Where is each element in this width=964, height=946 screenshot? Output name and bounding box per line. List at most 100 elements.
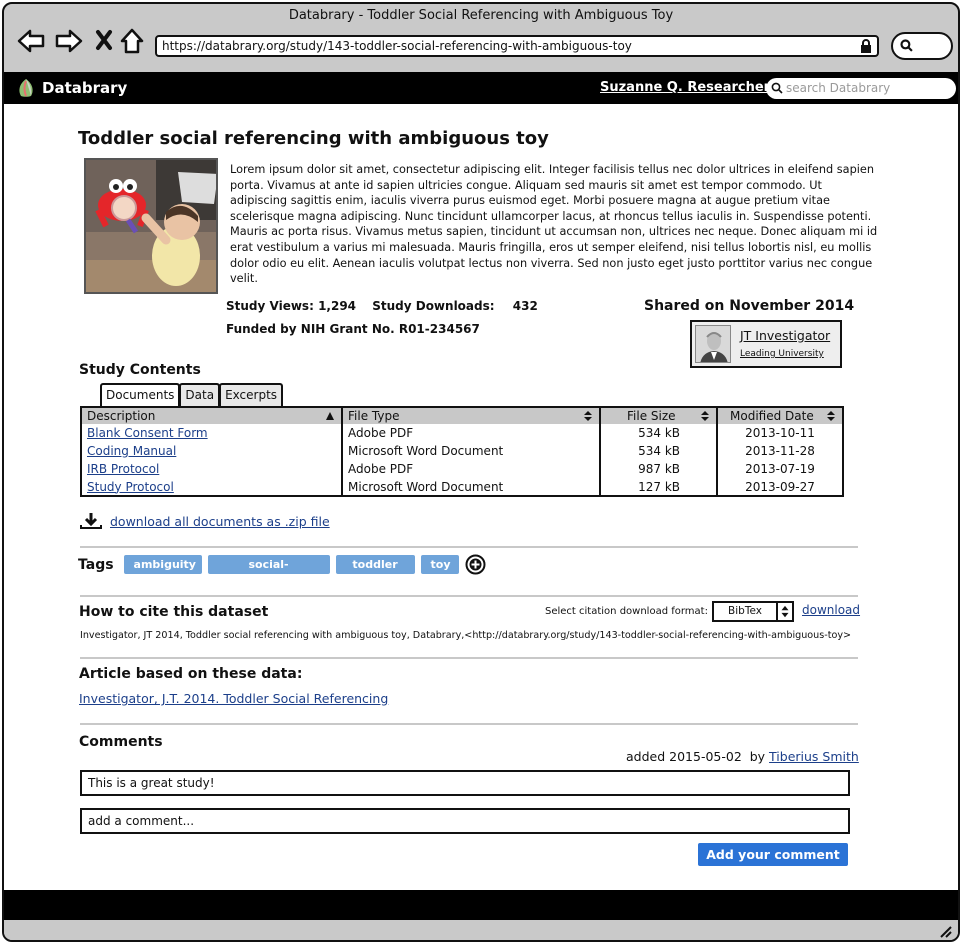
- comment-meta: added 2015-05-02 by Tiberius Smith: [626, 749, 859, 764]
- column-file-type[interactable]: File Type: [342, 407, 601, 424]
- browser-search-field[interactable]: [891, 32, 953, 60]
- column-file-size[interactable]: File Size: [600, 407, 718, 424]
- file-size: 534 kB: [600, 442, 718, 460]
- table-row: Coding Manual Microsoft Word Document 53…: [81, 442, 843, 460]
- tags-label: Tags: [78, 556, 114, 573]
- funding-info: Funded by NIH Grant No. R01-234567: [226, 322, 480, 336]
- url-text: https://databrary.org/study/143-toddler-…: [162, 39, 632, 53]
- file-type: Microsoft Word Document: [342, 442, 601, 460]
- document-link[interactable]: Blank Consent Form: [87, 426, 208, 440]
- article-link[interactable]: Investigator, J.T. 2014. Toddler Social …: [79, 691, 388, 706]
- tab-data[interactable]: Data: [179, 383, 221, 406]
- citation-download-link[interactable]: download: [802, 603, 860, 617]
- contents-tabs: Documents Data Excerpts: [100, 383, 284, 408]
- lock-icon: [861, 39, 871, 53]
- investigator-university[interactable]: Leading University: [740, 349, 824, 359]
- brand-name: Databrary: [42, 79, 128, 97]
- download-all-row[interactable]: download all documents as .zip file: [80, 512, 330, 530]
- add-tag-icon[interactable]: [465, 554, 486, 575]
- document-link[interactable]: IRB Protocol: [87, 462, 159, 476]
- forward-icon[interactable]: [54, 26, 84, 56]
- brand-logo[interactable]: Databrary: [16, 77, 127, 99]
- search-icon: [900, 39, 913, 52]
- home-icon[interactable]: [118, 26, 148, 56]
- views-label: Study Views:: [226, 299, 314, 313]
- citation-text: Investigator, JT 2014, Toddler social re…: [80, 630, 852, 641]
- divider: [80, 546, 858, 548]
- sort-toggle-icon[interactable]: [826, 411, 836, 421]
- app-footer: [4, 890, 958, 920]
- address-bar[interactable]: https://databrary.org/study/143-toddler-…: [155, 35, 879, 57]
- sort-toggle-icon[interactable]: [583, 411, 593, 421]
- citation-title: How to cite this dataset: [79, 604, 269, 620]
- user-profile-link[interactable]: Suzanne Q. Researcher: [600, 80, 770, 95]
- modified-date: 2013-11-28: [745, 444, 815, 458]
- tag-ambiguity[interactable]: ambiguity: [123, 555, 202, 574]
- download-icon: [80, 513, 102, 529]
- tag-toddler[interactable]: toddler: [335, 555, 415, 574]
- comment-author-link[interactable]: Tiberius Smith: [769, 749, 859, 764]
- back-icon[interactable]: [16, 26, 46, 56]
- browser-window: Databrary - Toddler Social Referencing w…: [2, 2, 960, 942]
- modified-date: 2013-09-27: [745, 479, 815, 494]
- documents-table: Description File Type File Size Modified…: [80, 406, 844, 497]
- modified-date: 2013-07-19: [745, 462, 815, 476]
- document-link[interactable]: Coding Manual: [87, 444, 176, 458]
- citation-format-value: BibTex: [728, 605, 762, 617]
- file-size: 534 kB: [600, 424, 718, 442]
- citation-format-label: Select citation download format:: [545, 606, 708, 617]
- divider: [80, 657, 858, 659]
- site-search-input[interactable]: search Databrary: [766, 78, 956, 99]
- comments-title: Comments: [79, 734, 163, 750]
- app-header: Databrary Suzanne Q. Researcher search D…: [4, 72, 958, 104]
- column-description[interactable]: Description: [81, 407, 343, 424]
- table-row: Study Protocol Microsoft Word Document 1…: [81, 478, 843, 496]
- comment-input[interactable]: add a comment...: [80, 808, 850, 834]
- investigator-card[interactable]: JT Investigator Leading University: [690, 320, 842, 368]
- article-title: Article based on these data:: [79, 666, 303, 682]
- investigator-avatar: [695, 325, 731, 363]
- downloads-count: 432: [512, 299, 538, 313]
- table-row: IRB Protocol Adobe PDF 987 kB 2013-07-19: [81, 460, 843, 478]
- existing-comment: This is a great study!: [80, 770, 850, 796]
- tab-documents[interactable]: Documents: [100, 383, 181, 408]
- file-size: 987 kB: [600, 460, 718, 478]
- views-count: 1,294: [318, 299, 357, 313]
- page-title: Toddler social referencing with ambiguou…: [78, 128, 549, 149]
- file-type: Adobe PDF: [342, 424, 601, 442]
- search-icon: [771, 82, 783, 94]
- document-link[interactable]: Study Protocol: [87, 480, 174, 494]
- add-comment-button[interactable]: Add your comment: [698, 843, 848, 866]
- tags-row: Tags ambiguity social-referencing toddle…: [78, 554, 486, 590]
- tag-social-referencing[interactable]: social-referencing: [207, 555, 330, 590]
- citation-format-select[interactable]: BibTex: [712, 601, 794, 622]
- divider: [80, 723, 858, 725]
- sort-toggle-icon[interactable]: [700, 411, 710, 421]
- table-row: Blank Consent Form Adobe PDF 534 kB 2013…: [81, 424, 843, 442]
- file-type: Microsoft Word Document: [342, 478, 601, 496]
- file-size: 127 kB: [600, 478, 718, 496]
- file-type: Adobe PDF: [342, 460, 601, 478]
- study-page: Toddler social referencing with ambiguou…: [4, 104, 958, 890]
- status-bar: [4, 920, 958, 940]
- download-all-link[interactable]: download all documents as .zip file: [110, 514, 330, 529]
- tab-excerpts[interactable]: Excerpts: [219, 383, 284, 406]
- databrary-leaf-icon: [19, 79, 33, 97]
- study-contents-title: Study Contents: [79, 362, 201, 378]
- study-stats: Study Views: 1,294 Study Downloads: 432: [226, 299, 538, 313]
- divider: [80, 595, 858, 597]
- investigator-name[interactable]: JT Investigator: [740, 328, 830, 343]
- study-thumbnail: [84, 158, 218, 294]
- column-modified-date[interactable]: Modified Date: [717, 407, 843, 424]
- downloads-label: Study Downloads:: [372, 299, 495, 313]
- tag-toy[interactable]: toy: [420, 555, 459, 574]
- resize-grip-icon[interactable]: [938, 924, 952, 938]
- browser-toolbar: https://databrary.org/study/143-toddler-…: [4, 26, 958, 72]
- modified-date: 2013-10-11: [745, 426, 815, 440]
- search-placeholder: search Databrary: [786, 81, 891, 95]
- study-abstract: Lorem ipsum dolor sit amet, consectetur …: [230, 163, 878, 286]
- stepper-icon[interactable]: [776, 603, 792, 620]
- shared-date: Shared on November 2014: [644, 298, 855, 314]
- sort-ascending-icon[interactable]: [325, 411, 335, 421]
- comment-added-prefix: added 2015-05-02 by: [626, 749, 766, 764]
